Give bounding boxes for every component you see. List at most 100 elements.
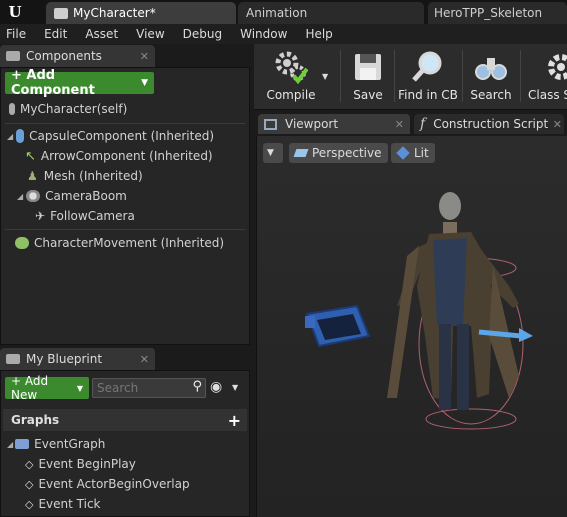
chevron-down-icon: ▼ (141, 78, 148, 88)
eye-icon[interactable]: ◉ (210, 379, 222, 395)
tree-item-arrow[interactable]: ↖ ArrowComponent (Inherited) (25, 146, 213, 166)
divider (520, 50, 521, 102)
unreal-logo-icon[interactable]: U (4, 2, 26, 22)
menu-view[interactable]: View (136, 27, 164, 41)
tree-item-event[interactable]: ◇ Event BeginPlay (25, 454, 136, 474)
blueprint-icon (6, 354, 20, 364)
divider (5, 123, 245, 124)
event-graph-icon (15, 439, 30, 449)
chevron-down-icon: ▼ (76, 383, 83, 393)
scene-render (305, 192, 533, 430)
divider (340, 50, 341, 102)
divider (5, 229, 245, 230)
tab-label: Construction Script (433, 117, 549, 131)
blueprint-icon (54, 7, 68, 19)
tab-animation[interactable]: Animation (238, 2, 424, 24)
tree-item-label: Mesh (Inherited) (43, 169, 143, 183)
tree-item-label: ArrowComponent (Inherited) (40, 149, 213, 163)
close-icon[interactable]: ✕ (395, 118, 404, 131)
compile-button[interactable]: Compile (258, 44, 324, 108)
find-in-cb-button[interactable]: Find in CB (396, 44, 460, 108)
function-icon: f (420, 116, 426, 132)
add-new-button[interactable]: + Add New ▼ (5, 374, 89, 402)
tree-item-label: Event BeginPlay (38, 457, 136, 471)
save-button[interactable]: Save (346, 44, 390, 108)
tab-label: Viewport (285, 117, 339, 131)
actor-icon (9, 103, 15, 115)
add-graph-icon[interactable]: + (228, 411, 241, 430)
viewport[interactable]: ▼ Perspective Lit (256, 136, 567, 517)
tab-label: HeroTPP_Skeleton (434, 6, 543, 20)
expand-arrow-icon[interactable]: ◢ (17, 192, 23, 201)
tab-label: Animation (246, 6, 308, 20)
graphs-header[interactable]: Graphs + (3, 409, 247, 431)
gears-icon (275, 51, 308, 84)
menu-help[interactable]: Help (305, 27, 332, 41)
save-disk-icon (355, 54, 381, 80)
graphs-header-label: Graphs (11, 413, 60, 427)
save-label: Save (353, 88, 383, 102)
skeletal-mesh-icon: ♟ (27, 169, 38, 183)
binoculars-icon (475, 58, 507, 80)
search-input[interactable] (93, 379, 185, 397)
close-icon[interactable]: ✕ (140, 353, 149, 366)
class-settings-button[interactable]: Class S (526, 44, 567, 108)
tree-item-followcamera[interactable]: ✈ FollowCamera (35, 206, 135, 226)
title-tab-bar: U MyCharacter* Animation HeroTPP_Skeleto… (0, 0, 567, 24)
menu-file[interactable]: File (6, 27, 26, 41)
my-blueprint-panel-tab[interactable]: My Blueprint ✕ (0, 348, 155, 370)
add-component-button[interactable]: + Add Component ▼ (5, 68, 154, 98)
close-icon[interactable]: ✕ (140, 50, 149, 63)
tree-item-label: CameraBoom (45, 189, 127, 203)
components-panel: + Add Component ▼ MyCharacter(self) ◢ Ca… (0, 67, 250, 345)
add-new-label: + Add New (11, 374, 49, 402)
search-box[interactable]: ⚲ (92, 378, 206, 398)
tree-item-self[interactable]: MyCharacter(self) (9, 99, 127, 119)
tree-item-label: MyCharacter(self) (20, 102, 128, 116)
search-icon[interactable]: ⚲ (192, 379, 202, 394)
tree-item-label: EventGraph (34, 437, 106, 451)
tree-item-event[interactable]: ◇ Event Tick (25, 494, 101, 514)
tree-item-label: Event ActorBeginOverlap (38, 477, 190, 491)
tab-viewport[interactable]: Viewport ✕ (258, 114, 410, 134)
tree-item-charactermovement[interactable]: CharacterMovement (Inherited) (15, 233, 224, 253)
camera-gizmo-icon (305, 304, 371, 348)
expand-arrow-icon[interactable]: ◢ (7, 440, 13, 449)
tree-item-eventgraph[interactable]: ◢ EventGraph (7, 434, 105, 454)
components-title: Components (26, 49, 102, 63)
tree-item-label: CharacterMovement (Inherited) (34, 236, 225, 250)
tree-item-event[interactable]: ◇ Event ActorBeginOverlap (25, 474, 190, 494)
tab-skeleton[interactable]: HeroTPP_Skeleton (428, 2, 567, 24)
search-label: Search (470, 88, 512, 102)
expand-arrow-icon[interactable]: ◢ (7, 132, 13, 141)
chevron-down-icon[interactable]: ▼ (232, 383, 238, 392)
menu-asset[interactable]: Asset (85, 27, 118, 41)
tab-mycharacter[interactable]: MyCharacter* (46, 2, 236, 24)
divider (462, 50, 463, 102)
menu-debug[interactable]: Debug (183, 27, 222, 41)
class-settings-label: Class S (528, 88, 567, 102)
components-panel-tab[interactable]: Components ✕ (0, 45, 155, 67)
event-diamond-icon: ◇ (25, 497, 34, 511)
components-icon (6, 51, 20, 61)
close-icon[interactable]: ✕ (553, 118, 562, 131)
tab-construction-script[interactable]: f Construction Script ✕ (414, 114, 564, 134)
tree-item-cameraboom[interactable]: ◢ CameraBoom (17, 186, 127, 206)
my-blueprint-panel: + Add New ▼ ⚲ ◉ ▼ Graphs + ◢ EventGraph … (0, 370, 250, 517)
search-button[interactable]: Search (466, 44, 516, 108)
menu-window[interactable]: Window (240, 27, 287, 41)
capsule-icon (16, 129, 25, 143)
blueprint-toolbar: Compile ▼ Save Find in CB Search Class S (254, 44, 567, 110)
tree-item-mesh[interactable]: ♟ Mesh (Inherited) (27, 166, 143, 186)
tree-item-capsule[interactable]: ◢ CapsuleComponent (Inherited) (7, 126, 214, 146)
menu-bar: File Edit Asset View Debug Window Help (0, 24, 567, 44)
magnifier-icon (412, 51, 442, 82)
find-label: Find in CB (398, 88, 458, 102)
tree-item-label: FollowCamera (50, 209, 135, 223)
tree-item-label: CapsuleComponent (Inherited) (29, 129, 215, 143)
arrow-component-icon: ↖ (25, 148, 36, 164)
menu-edit[interactable]: Edit (44, 27, 67, 41)
character-mesh (387, 192, 519, 410)
compile-options-chevron-icon[interactable]: ▼ (322, 72, 328, 81)
my-blueprint-title: My Blueprint (26, 352, 103, 366)
